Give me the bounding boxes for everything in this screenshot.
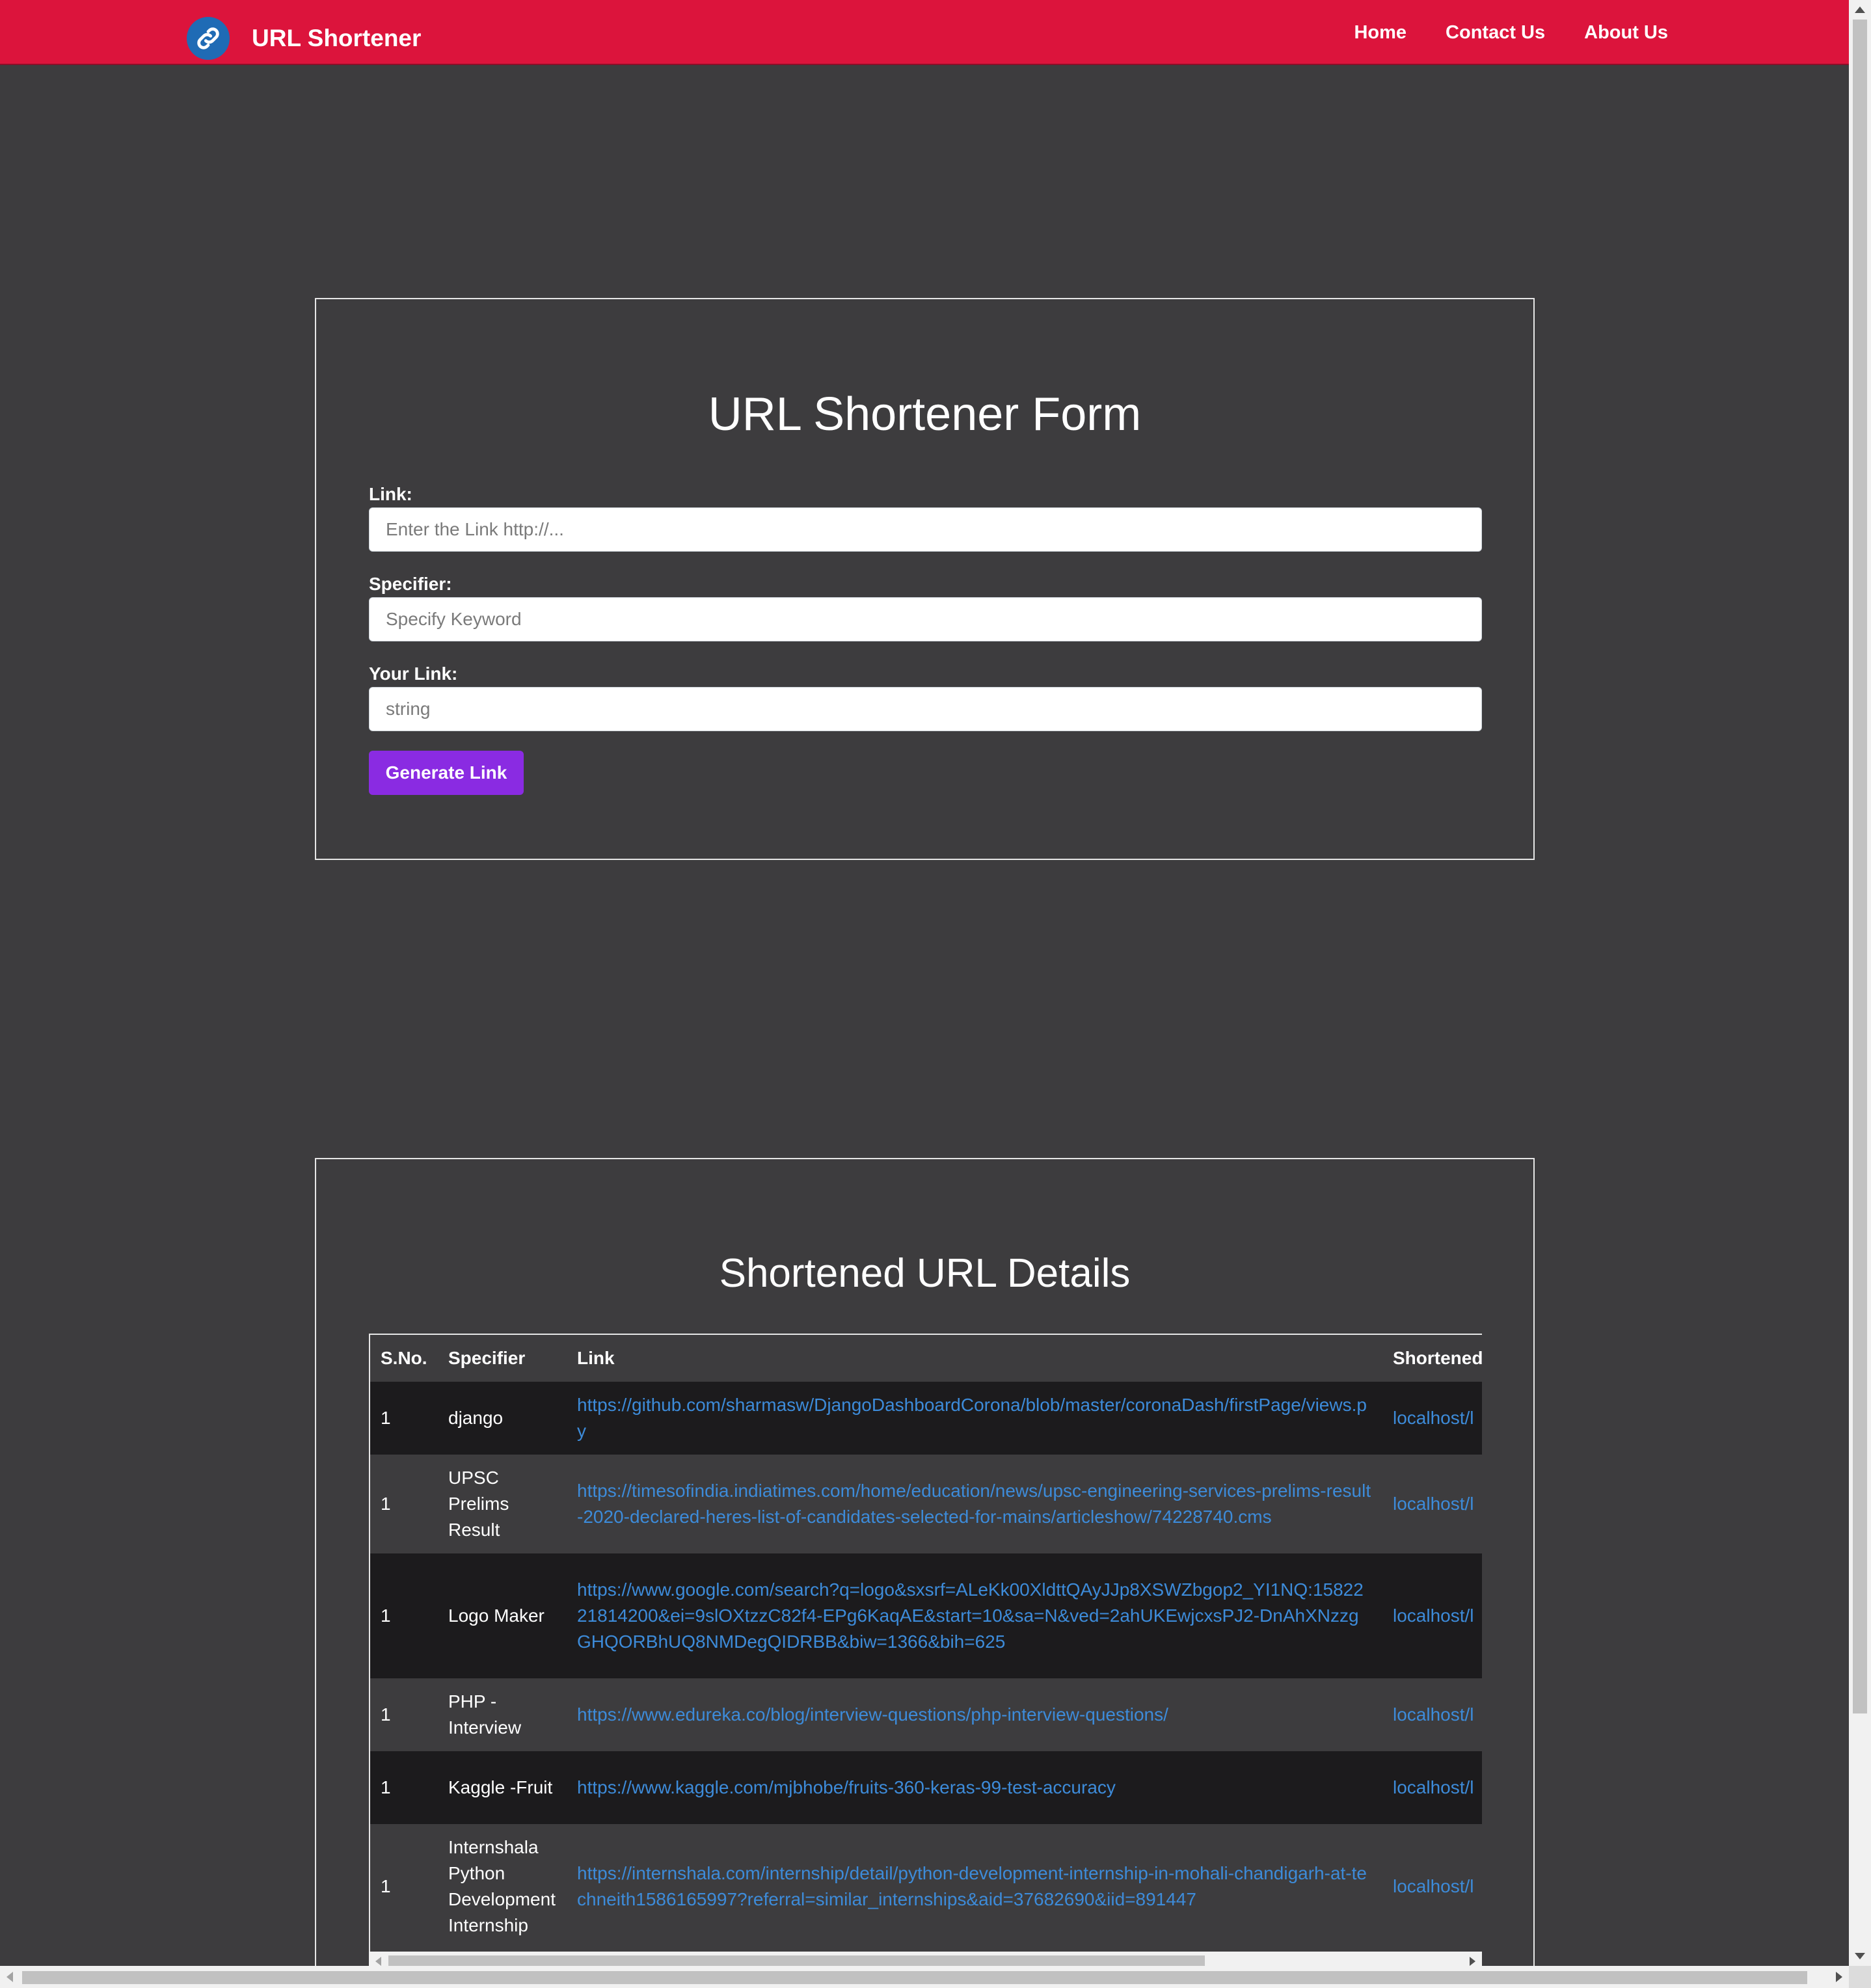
scroll-down-arrow-icon[interactable]: [1855, 1953, 1865, 1959]
scroll-right-arrow-icon[interactable]: [1470, 1957, 1475, 1966]
link-input[interactable]: [369, 507, 1482, 552]
nav-contact-link[interactable]: Contact Us: [1446, 22, 1545, 44]
cell-link[interactable]: https://timesofindia.indiatimes.com/home…: [577, 1481, 1371, 1527]
cell-short-link[interactable]: localhost/l: [1393, 1605, 1474, 1626]
cell-link[interactable]: https://www.kaggle.com/mjbhobe/fruits-36…: [577, 1777, 1116, 1797]
header-sno: S.No.: [370, 1335, 438, 1382]
scroll-left-arrow-icon[interactable]: [375, 1957, 381, 1966]
page-horizontal-scrollbar[interactable]: [0, 1966, 1871, 1988]
table-title: Shortened URL Details: [719, 1251, 1131, 1296]
page-scroll-right-arrow-icon[interactable]: [1836, 1972, 1842, 1982]
link-icon: [187, 17, 230, 60]
nav-home-link[interactable]: Home: [1354, 22, 1407, 44]
page-vertical-scrollbar[interactable]: [1849, 0, 1871, 1966]
url-table: S.No. Specifier Link Shortened 1 django …: [370, 1335, 1482, 1949]
table-row: 1 PHP - Interview https://www.edureka.co…: [370, 1678, 1482, 1751]
table-row: 1 Internshala Python Development Interns…: [370, 1824, 1482, 1949]
brand-title: URL Shortener: [252, 25, 422, 51]
cell-link[interactable]: https://github.com/sharmasw/DjangoDashbo…: [577, 1395, 1367, 1441]
cell-specifier: django: [438, 1382, 567, 1455]
cell-short-link[interactable]: localhost/l: [1393, 1704, 1474, 1725]
url-table-container[interactable]: S.No. Specifier Link Shortened 1 django …: [369, 1334, 1482, 1971]
cell-link[interactable]: https://www.edureka.co/blog/interview-qu…: [577, 1704, 1168, 1725]
cell-sno: 1: [370, 1553, 438, 1678]
page-vertical-scrollbar-thumb[interactable]: [1853, 20, 1867, 1713]
form-title: URL Shortener Form: [708, 388, 1142, 440]
scroll-up-arrow-icon[interactable]: [1855, 7, 1865, 13]
link-label: Link:: [369, 484, 412, 504]
your-link-label: Your Link:: [369, 664, 458, 684]
brand[interactable]: URL Shortener: [187, 17, 421, 60]
cell-sno: 1: [370, 1382, 438, 1455]
nav-links: Home Contact Us About Us: [1354, 22, 1668, 44]
specifier-input[interactable]: [369, 597, 1482, 641]
header-specifier: Specifier: [438, 1335, 567, 1382]
table-row: 1 django https://github.com/sharmasw/Dja…: [370, 1382, 1482, 1455]
cell-link[interactable]: https://www.google.com/search?q=logo&sxs…: [577, 1579, 1364, 1652]
cell-sno: 1: [370, 1751, 438, 1824]
cell-short-link[interactable]: localhost/l: [1393, 1408, 1474, 1428]
your-link-input[interactable]: [369, 687, 1482, 731]
page-horizontal-scrollbar-thumb[interactable]: [22, 1971, 1807, 1984]
cell-specifier: PHP - Interview: [438, 1678, 567, 1751]
cell-specifier: Internshala Python Development Internshi…: [438, 1824, 567, 1949]
header-shortened: Shortened: [1382, 1335, 1482, 1382]
url-shortener-form: URL Shortener Form Link: Specifier: Your…: [315, 298, 1535, 860]
table-row: 1 Kaggle -Fruit https://www.kaggle.com/m…: [370, 1751, 1482, 1824]
cell-short-link[interactable]: localhost/l: [1393, 1876, 1474, 1896]
cell-specifier: Kaggle -Fruit: [438, 1751, 567, 1824]
cell-specifier: UPSC Prelims Result: [438, 1455, 567, 1553]
header-link: Link: [567, 1335, 1382, 1382]
generate-link-button[interactable]: Generate Link: [369, 751, 524, 795]
nav-about-link[interactable]: About Us: [1584, 22, 1668, 44]
shortened-url-details: Shortened URL Details S.No. Specifier Li…: [315, 1158, 1535, 1988]
cell-sno: 1: [370, 1824, 438, 1949]
cell-short-link[interactable]: localhost/l: [1393, 1777, 1474, 1797]
cell-specifier: Logo Maker: [438, 1553, 567, 1678]
table-row: 1 Logo Maker https://www.google.com/sear…: [370, 1553, 1482, 1678]
cell-link[interactable]: https://internshala.com/internship/detai…: [577, 1863, 1367, 1909]
page-scroll-left-arrow-icon[interactable]: [7, 1972, 13, 1982]
scrollbar-corner: [1849, 1966, 1871, 1988]
cell-short-link[interactable]: localhost/l: [1393, 1494, 1474, 1514]
table-header-row: S.No. Specifier Link Shortened: [370, 1335, 1482, 1382]
table-row: 1 UPSC Prelims Result https://timesofind…: [370, 1455, 1482, 1553]
cell-sno: 1: [370, 1455, 438, 1553]
cell-sno: 1: [370, 1678, 438, 1751]
navbar: URL Shortener Home Contact Us About Us: [0, 0, 1849, 65]
specifier-label: Specifier:: [369, 574, 452, 594]
